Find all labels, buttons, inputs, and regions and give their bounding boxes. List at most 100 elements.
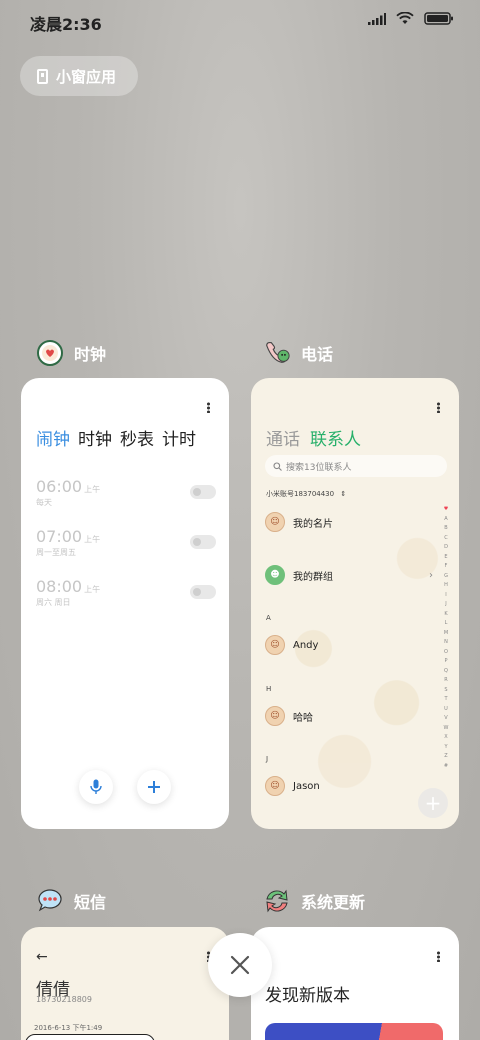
update-app-name: 系统更新 — [301, 893, 366, 912]
system-update-app-icon — [263, 887, 291, 915]
small-window-label: 小窗应用 — [56, 67, 117, 86]
alarm-ampm: 上午 — [84, 535, 101, 544]
alarm-toggle[interactable] — [190, 585, 216, 599]
clock-tab-bar: 闹钟 时钟 秒表 计时 — [36, 425, 196, 450]
tab-timer[interactable]: 计时 — [162, 425, 196, 450]
section-header: H — [266, 685, 272, 693]
sms-app-header[interactable]: 短信 — [36, 887, 106, 915]
contact-name: Andy — [293, 639, 319, 651]
message-timestamp: 2016-6-13 下午1:49 — [34, 1024, 103, 1032]
wifi-icon — [396, 12, 414, 24]
index-letter[interactable]: Y — [442, 743, 450, 753]
tab-calls[interactable]: 通话 — [266, 425, 300, 450]
index-letter[interactable]: J — [442, 600, 450, 610]
more-options-icon[interactable] — [207, 402, 210, 413]
index-letter[interactable]: L — [442, 619, 450, 629]
clock-app-icon — [36, 339, 64, 367]
alarm-item[interactable]: 07:00 上午 周一至周五 — [36, 527, 216, 558]
more-options-icon[interactable] — [437, 402, 440, 413]
index-letter[interactable]: F — [442, 562, 450, 572]
index-letter[interactable]: M — [442, 629, 450, 639]
alarm-item[interactable]: 08:00 上午 周六 周日 — [36, 577, 216, 608]
status-time: 凌晨2:36 — [30, 15, 102, 34]
alarm-time: 08:00 — [36, 577, 83, 596]
tab-alarm[interactable]: 闹钟 — [36, 425, 70, 450]
battery-icon — [424, 12, 453, 25]
phone-tab-bar: 通话 联系人 — [266, 425, 361, 450]
alarm-toggle[interactable] — [190, 485, 216, 499]
small-window-apps-button[interactable]: 小窗应用 — [20, 56, 138, 96]
back-arrow-icon[interactable]: ← — [36, 949, 48, 965]
voice-alarm-button[interactable] — [79, 770, 113, 804]
index-letter[interactable]: U — [442, 705, 450, 715]
contact-search-input[interactable]: 搜索13位联系人 — [265, 455, 447, 477]
sms-app-icon — [36, 887, 64, 915]
status-icons — [368, 12, 454, 25]
clear-all-button[interactable] — [208, 933, 272, 997]
tab-clock[interactable]: 时钟 — [78, 425, 112, 450]
index-letter[interactable]: E — [442, 553, 450, 563]
tab-contacts[interactable]: 联系人 — [310, 425, 361, 450]
clock-app-header[interactable]: 时钟 — [36, 339, 106, 367]
index-letter[interactable]: B — [442, 524, 450, 534]
tab-stopwatch[interactable]: 秒表 — [120, 425, 154, 450]
index-letter[interactable]: G — [442, 572, 450, 582]
update-app-header[interactable]: 系统更新 — [263, 887, 365, 915]
index-letter[interactable]: V — [442, 714, 450, 724]
contact-name: 哈哈 — [293, 712, 313, 724]
chevron-right-icon: › — [429, 569, 433, 581]
update-title: 发现新版本 — [265, 986, 350, 1006]
add-contact-button[interactable]: + — [418, 788, 448, 818]
index-letter[interactable]: K — [442, 610, 450, 620]
index-letter[interactable]: I — [442, 591, 450, 601]
system-update-app-card[interactable]: 发现新版本 — [251, 927, 459, 1040]
groups-avatar-icon: ☻ — [265, 565, 285, 585]
update-banner — [265, 1023, 443, 1040]
plus-icon — [148, 781, 160, 793]
list-item[interactable]: ☺ Jason — [265, 776, 320, 796]
my-groups-row[interactable]: ☻ 我的群组 › — [265, 565, 433, 585]
search-placeholder: 搜索13位联系人 — [286, 462, 352, 473]
alarm-toggle[interactable] — [190, 535, 216, 549]
list-item[interactable]: ☺ Andy — [265, 635, 318, 655]
alarm-item[interactable]: 06:00 上午 每天 — [36, 477, 216, 508]
updown-chevron-icon: ⇕ — [340, 490, 347, 498]
index-letter[interactable]: W — [442, 724, 450, 734]
alarm-time: 06:00 — [36, 477, 83, 496]
section-header: J — [266, 755, 269, 763]
index-letter[interactable]: A — [442, 515, 450, 525]
index-letter[interactable]: T — [442, 695, 450, 705]
conversation-contact-number: 18730218809 — [36, 995, 92, 1004]
index-letter[interactable]: # — [442, 762, 450, 772]
signal-icon — [368, 12, 386, 25]
clock-app-card[interactable]: 闹钟 时钟 秒表 计时 06:00 上午 每天 07:00 上午 周一至周五 08:… — [21, 378, 229, 829]
index-letter[interactable]: Z — [442, 752, 450, 762]
alphabet-index-scrollbar[interactable]: ♥ A B C D E F G H I J K L M N O P Q R S T U V W X Y Z # — [442, 505, 450, 771]
sms-app-name: 短信 — [74, 893, 107, 912]
more-options-icon[interactable] — [437, 951, 440, 962]
index-letter[interactable]: R — [442, 676, 450, 686]
index-letter[interactable]: H — [442, 581, 450, 591]
sms-app-card[interactable]: ← 倩倩 18730218809 2016-6-13 下午1:49 — [21, 927, 229, 1040]
close-icon — [230, 955, 250, 975]
message-bubble[interactable] — [25, 1034, 155, 1040]
index-letter[interactable]: P — [442, 657, 450, 667]
index-letter[interactable]: Q — [442, 667, 450, 677]
list-item[interactable]: ☺ 哈哈 — [265, 706, 313, 726]
index-letter[interactable]: N — [442, 638, 450, 648]
add-alarm-button[interactable] — [137, 770, 171, 804]
avatar: ☺ — [265, 706, 285, 726]
phone-app-card[interactable]: 通话 联系人 搜索13位联系人 小米账号183704430 ⇕ ☺ 我的名片 ☻… — [251, 378, 459, 829]
my-card-row[interactable]: ☺ 我的名片 — [265, 512, 333, 532]
alarm-repeat: 周六 周日 — [36, 598, 71, 607]
index-letter[interactable]: O — [442, 648, 450, 658]
index-letter[interactable]: C — [442, 534, 450, 544]
index-letter[interactable]: D — [442, 543, 450, 553]
my-groups-label: 我的群组 — [293, 571, 333, 583]
account-selector[interactable]: 小米账号183704430 ⇕ — [266, 489, 346, 499]
phone-app-header[interactable]: 电话 — [263, 339, 333, 367]
avatar: ☺ — [265, 635, 285, 655]
index-letter[interactable]: X — [442, 733, 450, 743]
alarm-ampm: 上午 — [84, 485, 101, 494]
index-letter[interactable]: S — [442, 686, 450, 696]
